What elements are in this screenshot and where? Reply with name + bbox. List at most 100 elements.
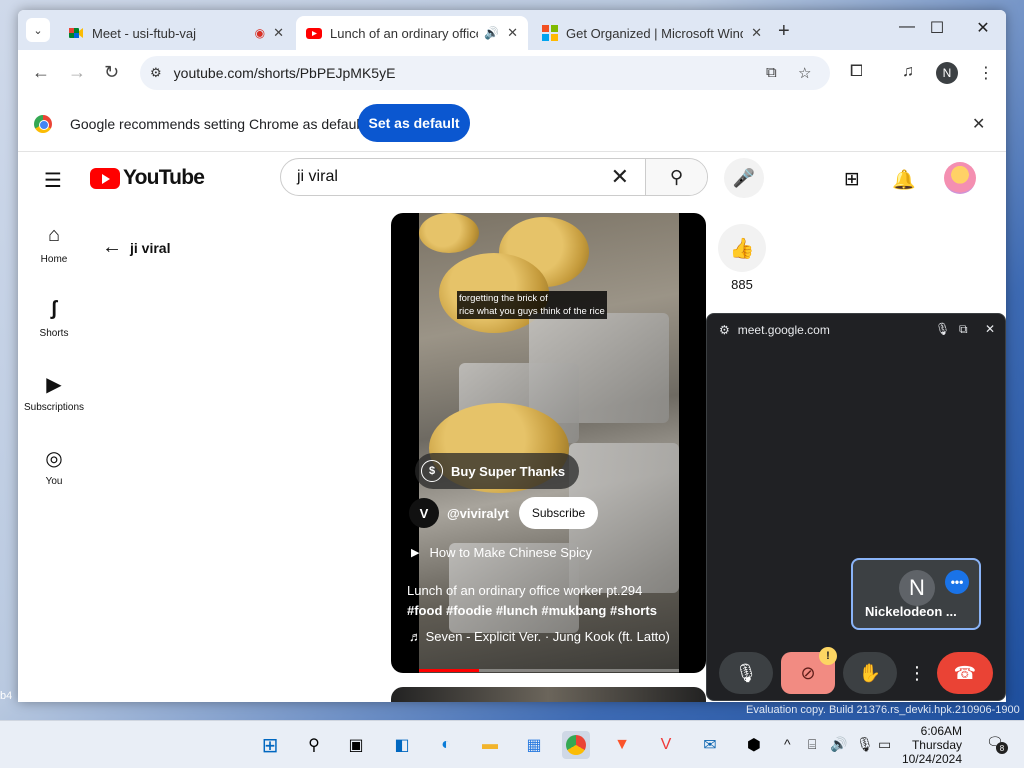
- start-windows-icon[interactable]: ⊞: [256, 731, 284, 759]
- profile-avatar[interactable]: N: [936, 62, 958, 84]
- tab-meet[interactable]: Meet - usi-ftub-vaj ◉ ✕: [58, 16, 294, 50]
- infobar-close-icon[interactable]: ✕: [972, 114, 985, 134]
- file-explorer-icon[interactable]: ▬: [476, 731, 504, 759]
- clock-date: 10/24/2024: [901, 752, 962, 766]
- close-window-button[interactable]: ✕: [968, 18, 998, 38]
- address-bar[interactable]: ⚙ youtube.com/shorts/PbPEJpMK5yE ⧉ ☆: [140, 56, 830, 90]
- short-video-player[interactable]: forgetting the brick of rice what you gu…: [391, 213, 706, 673]
- raise-hand-button[interactable]: ✋: [843, 652, 897, 694]
- brave-icon[interactable]: ▼: [608, 731, 636, 759]
- music-label: Seven - Explicit Ver. · Jung Kook (ft. L…: [425, 629, 670, 644]
- search-box[interactable]: ji viral ✕ ⚲: [280, 158, 708, 196]
- site-settings-icon[interactable]: ⚙: [719, 323, 730, 337]
- media-control-icon[interactable]: ♫: [902, 63, 914, 81]
- bookmark-star-icon[interactable]: ☆: [798, 64, 811, 82]
- participant-tile[interactable]: N ••• Nickelodeon ...: [851, 558, 981, 630]
- user-avatar[interactable]: [944, 162, 976, 194]
- shorts-icon: ʃ: [50, 298, 58, 320]
- youtube-logo[interactable]: YouTube: [90, 166, 205, 190]
- play-icon: ▶: [411, 547, 420, 559]
- participant-more-icon[interactable]: •••: [945, 570, 969, 594]
- sidebar-item-label: Shorts: [39, 328, 69, 339]
- show-hidden-icons-chevron-icon[interactable]: ^: [784, 736, 791, 752]
- outlook-icon[interactable]: ✉: [696, 731, 724, 759]
- channel-avatar[interactable]: V: [409, 498, 439, 528]
- tab-search-button[interactable]: ⌄: [26, 18, 50, 42]
- tab-microsoft[interactable]: Get Organized | Microsoft Wind ✕: [532, 16, 772, 50]
- microphone-in-use-icon[interactable]: 🎙: [856, 736, 874, 753]
- next-short-preview[interactable]: [391, 687, 706, 702]
- clear-search-icon[interactable]: ✕: [611, 164, 629, 190]
- sidebar-item-label: Subscriptions: [23, 402, 85, 413]
- super-thanks-button[interactable]: $ Buy Super Thanks: [415, 453, 580, 489]
- tab-title: Lunch of an ordinary office: [330, 25, 479, 41]
- voice-search-button[interactable]: 🎤: [724, 158, 764, 198]
- sidebar-item-shorts[interactable]: ʃ Shorts: [18, 298, 90, 339]
- back-link-label: ji viral: [130, 239, 171, 256]
- tab-close-icon[interactable]: ✕: [751, 25, 762, 41]
- notification-center-button[interactable]: 🗨 8: [986, 734, 1008, 754]
- pip-close-icon[interactable]: ✕: [985, 322, 995, 336]
- sidebar-item-home[interactable]: ⌂ Home: [18, 224, 90, 265]
- task-view-icon[interactable]: ▣: [342, 731, 370, 759]
- url-text[interactable]: youtube.com/shorts/PbPEJpMK5yE: [174, 65, 396, 81]
- pip-header: ⚙ meet.google.com 🎙 ⧉ ✕: [707, 314, 1005, 346]
- sidebar-item-subscriptions[interactable]: ▶ Subscriptions: [18, 372, 90, 413]
- video-title[interactable]: Lunch of an ordinary office worker pt.29…: [407, 581, 657, 621]
- video-progress-bar[interactable]: [419, 669, 679, 672]
- network-icon[interactable]: ⌸: [808, 736, 816, 753]
- related-playlist-link[interactable]: ▶ How to Make Chinese Spicy: [411, 545, 592, 560]
- hand-icon: ✋: [858, 662, 882, 683]
- chrome-taskbar-icon[interactable]: [562, 731, 590, 759]
- forward-arrow-icon[interactable]: →: [68, 62, 86, 83]
- pip-mic-icon[interactable]: 🎙: [935, 322, 950, 336]
- notification-badge: 8: [996, 742, 1008, 754]
- video-hashtags[interactable]: #food #foodie #lunch #mukbang #shorts: [407, 601, 657, 621]
- display-icon[interactable]: ▭: [878, 736, 891, 753]
- tab-strip: ⌄ Meet - usi-ftub-vaj ◉ ✕ Lunch of an or…: [18, 10, 1006, 50]
- widgets-icon[interactable]: ◧: [388, 731, 416, 759]
- hamburger-menu-icon[interactable]: ☰: [44, 168, 62, 193]
- notifications-bell-icon[interactable]: 🔔: [892, 168, 916, 192]
- search-button[interactable]: ⚲: [645, 159, 707, 195]
- sidebar-item-you[interactable]: ◎ You: [18, 446, 90, 487]
- windows-taskbar: ⊞ ⚲ ▣ ◧ ◐ ▬ ▦ ▼ V ✉ ⬢ ^ ⌸ 🔊 🎙 ▭ 6:06AM T…: [0, 720, 1024, 768]
- more-options-button[interactable]: ⋮: [905, 652, 929, 694]
- back-to-tab-icon[interactable]: ⧉: [959, 322, 968, 337]
- leave-call-button[interactable]: ☎: [937, 652, 993, 694]
- tab-youtube[interactable]: Lunch of an ordinary office 🔊 ✕: [296, 16, 528, 50]
- search-back-link[interactable]: ← ji viral: [102, 236, 170, 259]
- search-input[interactable]: ji viral: [297, 168, 611, 186]
- channel-name[interactable]: @viviralyt: [447, 506, 509, 521]
- extensions-icon[interactable]: ⧠: [850, 63, 863, 81]
- microphone-icon: 🎤: [732, 167, 756, 188]
- caption-line: rice what you guys think of the rice: [459, 306, 605, 317]
- back-arrow-icon[interactable]: ←: [32, 62, 50, 83]
- reload-icon[interactable]: ↻: [104, 62, 119, 83]
- music-link[interactable]: ♬ Seven - Explicit Ver. · Jung Kook (ft.…: [409, 629, 670, 644]
- store-icon[interactable]: ▦: [520, 731, 548, 759]
- box-app-icon[interactable]: ⬢: [740, 731, 768, 759]
- set-as-default-button[interactable]: Set as default: [358, 104, 470, 142]
- volume-icon[interactable]: 🔊: [830, 736, 847, 753]
- video-caption: forgetting the brick of rice what you gu…: [457, 291, 607, 319]
- browser-toolbar: ← → ↻ ⚙ youtube.com/shorts/PbPEJpMK5yE ⧉…: [18, 50, 1006, 96]
- new-tab-button[interactable]: +: [778, 20, 790, 43]
- minimize-button[interactable]: —: [892, 18, 922, 36]
- menu-kebab-icon[interactable]: ⋮: [978, 63, 994, 83]
- system-clock[interactable]: 6:06AM Thursday 10/24/2024: [900, 724, 962, 766]
- cast-icon[interactable]: ⧉: [766, 64, 777, 81]
- mic-toggle-button[interactable]: 🎙: [719, 652, 773, 694]
- tab-close-icon[interactable]: ✕: [507, 25, 518, 41]
- search-icon[interactable]: ⚲: [300, 731, 328, 759]
- tab-close-icon[interactable]: ✕: [273, 25, 284, 41]
- audio-playing-icon[interactable]: 🔊: [484, 26, 499, 40]
- camera-off-icon: ⊘: [800, 662, 816, 683]
- subscribe-button[interactable]: Subscribe: [518, 497, 599, 529]
- site-info-icon[interactable]: ⚙: [150, 65, 162, 81]
- edge-icon[interactable]: ◐: [432, 731, 460, 759]
- maximize-button[interactable]: ☐: [922, 18, 952, 38]
- vivaldi-icon[interactable]: V: [652, 731, 680, 759]
- create-video-icon[interactable]: ⊞: [844, 168, 860, 191]
- like-button[interactable]: 👍: [718, 224, 766, 272]
